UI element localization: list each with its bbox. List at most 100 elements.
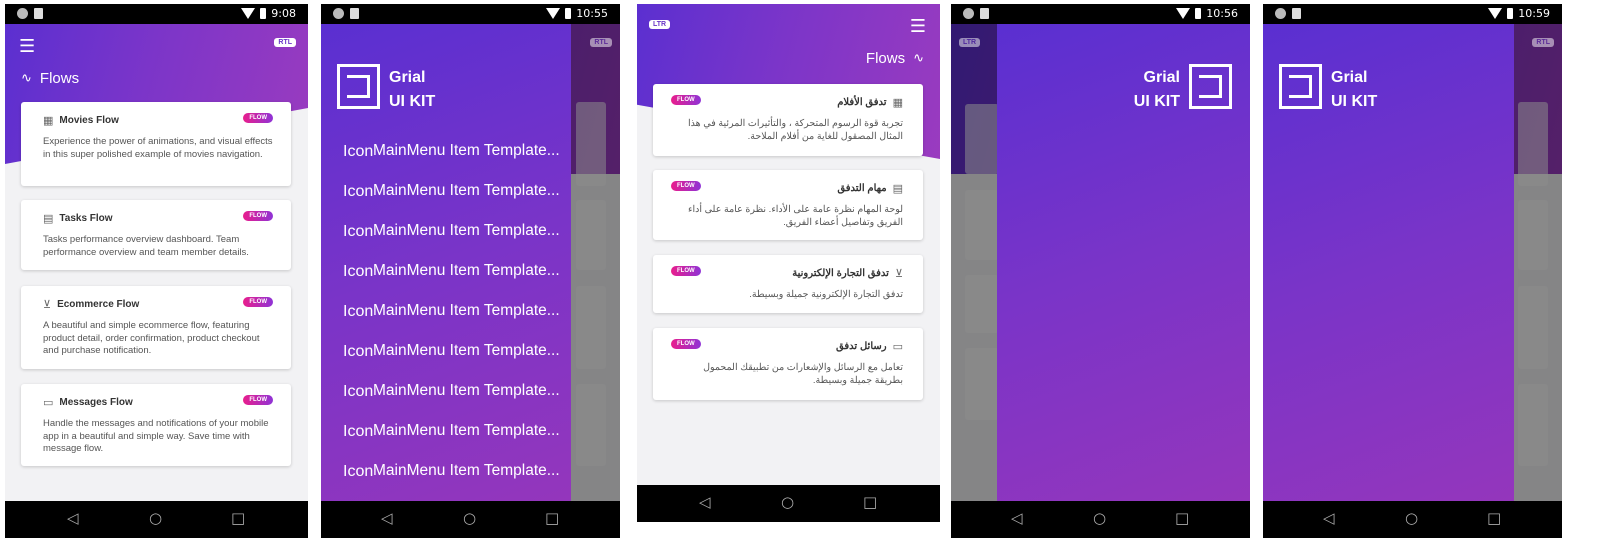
card-description: تدفق التجارة الإلكترونية جميلة وبسيطة. xyxy=(749,289,903,300)
android-nav-bar: ◁ ○ □ xyxy=(951,501,1250,538)
android-nav-bar: ◁ ○ □ xyxy=(637,485,940,522)
pulse-icon: ∿ xyxy=(21,71,32,86)
flows-screen-rtl: LTR ☰ Flows ∿ ▦ تدفق الأفلام FLOW تجربة ق… xyxy=(637,4,940,485)
menu-item-label: MainMenu Item Template... xyxy=(373,182,560,199)
flow-card-tasks[interactable]: ▤ مهام التدفق FLOW لوحة المهام نظرة عامة … xyxy=(653,170,923,240)
message-icon: ▭ xyxy=(892,340,903,353)
flows-screen: ☰ RTL ∿ Flows ▦ Movies Flow FLOW Experien… xyxy=(5,24,308,501)
drawer-menu-item[interactable]: Icon MainMenu Item Template... xyxy=(343,262,560,280)
sd-card-icon xyxy=(350,8,359,19)
flow-badge: FLOW xyxy=(243,395,273,405)
navigation-drawer: Grial UI KIT Icon MainMenu Item Template.… xyxy=(321,24,571,501)
brand-name: Grial UI KIT xyxy=(1331,69,1378,110)
brand-name: Grial UI KIT xyxy=(389,69,436,110)
drawer-menu-item[interactable]: Icon MainMenu Item Template... xyxy=(343,382,560,400)
ltr-toggle[interactable]: LTR xyxy=(649,20,671,29)
phone-1: 9:08 ☰ RTL ∿ Flows ▦ Movies Flow FLOW Exp… xyxy=(5,4,308,538)
status-time: 10:55 xyxy=(576,7,608,20)
recent-apps-button[interactable]: □ xyxy=(545,509,559,527)
home-button[interactable]: ○ xyxy=(463,509,476,527)
recent-apps-button[interactable]: □ xyxy=(231,509,245,527)
navigation-drawer: Grial UI KIT xyxy=(1263,24,1514,501)
card-description: A beautiful and simple ecommerce flow, f… xyxy=(43,320,260,356)
home-button[interactable]: ○ xyxy=(781,493,794,511)
rtl-toggle: RTL xyxy=(1532,38,1554,47)
menu-item-label: MainMenu Item Template... xyxy=(373,142,560,159)
grid-icon: ▤ xyxy=(43,212,54,225)
wifi-icon xyxy=(546,8,561,19)
menu-item-icon: Icon xyxy=(343,222,374,240)
menu-item-icon: Icon xyxy=(343,262,374,280)
flow-card-tasks[interactable]: ▤ Tasks Flow FLOW Tasks performance overv… xyxy=(21,200,291,270)
drawer-menu-item[interactable]: Icon MainMenu Item Template... xyxy=(343,462,560,480)
home-button[interactable]: ○ xyxy=(149,509,162,527)
grial-logo-icon xyxy=(1279,64,1322,109)
flow-card-movies[interactable]: ▦ تدفق الأفلام FLOW تجربة قوة الرسوم المت… xyxy=(653,84,923,156)
wifi-icon xyxy=(1488,8,1503,19)
navigation-drawer: Grial UI KIT xyxy=(997,24,1250,501)
flow-card-ecommerce[interactable]: ⊻ تدفق التجارة الإلكترونية FLOW تدفق التج… xyxy=(653,255,923,313)
battery-icon xyxy=(565,8,572,19)
recent-apps-button[interactable]: □ xyxy=(1175,509,1189,527)
hamburger-menu-icon[interactable]: ☰ xyxy=(910,16,926,37)
message-icon: ▭ xyxy=(43,396,54,409)
pulse-icon: ∿ xyxy=(913,51,924,66)
flow-card-messages[interactable]: ▭ رسائل تدفق FLOW تعامل مع الرسائل والإشع… xyxy=(653,328,923,400)
phone-2: 10:55 RTL Grial UI KIT Icon MainMenu Item… xyxy=(321,4,620,538)
android-nav-bar: ◁ ○ □ xyxy=(5,501,308,538)
recent-apps-button[interactable]: □ xyxy=(863,493,877,511)
phone-5: 10:59 RTL Grial UI KIT ◁ ○ □ xyxy=(1263,4,1562,538)
grid-icon: ▤ xyxy=(892,182,903,195)
menu-item-icon: Icon xyxy=(343,422,374,440)
menu-item-label: MainMenu Item Template... xyxy=(373,262,560,279)
battery-icon xyxy=(1195,8,1202,19)
notification-icon xyxy=(1275,8,1286,19)
flow-card-messages[interactable]: ▭ Messages Flow FLOW Handle the messages … xyxy=(21,384,291,466)
menu-item-label: MainMenu Item Template... xyxy=(373,302,560,319)
back-button[interactable]: ◁ xyxy=(381,509,393,527)
back-button[interactable]: ◁ xyxy=(1323,509,1335,527)
flow-card-movies[interactable]: ▦ Movies Flow FLOW Experience the power o… xyxy=(21,102,291,186)
drawer-open-screen: RTL Grial UI KIT xyxy=(1263,24,1562,501)
menu-item-label: MainMenu Item Template... xyxy=(373,222,560,239)
flow-badge: FLOW xyxy=(671,339,701,349)
hamburger-menu-icon[interactable]: ☰ xyxy=(19,36,35,57)
home-button[interactable]: ○ xyxy=(1405,509,1418,527)
drawer-menu-item[interactable]: Icon MainMenu Item Template... xyxy=(343,302,560,320)
drawer-menu-item[interactable]: Icon MainMenu Item Template... xyxy=(343,342,560,360)
flow-badge: FLOW xyxy=(243,297,273,307)
scrim-overlay[interactable] xyxy=(571,24,620,501)
drawer-menu-item[interactable]: Icon MainMenu Item Template... xyxy=(343,182,560,200)
drawer-menu-item[interactable]: Icon MainMenu Item Template... xyxy=(343,222,560,240)
drawer-menu-item[interactable]: Icon MainMenu Item Template... xyxy=(343,422,560,440)
menu-item-icon: Icon xyxy=(343,142,374,160)
card-description: Experience the power of animations, and … xyxy=(43,136,273,160)
page-title: ∿ Flows xyxy=(21,70,80,87)
back-button[interactable]: ◁ xyxy=(699,493,711,511)
scrim-overlay[interactable] xyxy=(951,24,997,501)
android-nav-bar: ◁ ○ □ xyxy=(1263,501,1562,538)
phone-4: 10:56 LTR Grial UI KIT ◁ ○ □ xyxy=(951,4,1250,538)
status-bar: 10:56 xyxy=(951,4,1250,24)
status-bar: 10:55 xyxy=(321,4,620,24)
sd-card-icon xyxy=(1292,8,1301,19)
grial-logo-icon xyxy=(1189,64,1232,109)
home-button[interactable]: ○ xyxy=(1093,509,1106,527)
status-time: 10:56 xyxy=(1206,7,1238,20)
flow-card-ecommerce[interactable]: ⊻ Ecommerce Flow FLOW A beautiful and sim… xyxy=(21,286,291,369)
back-button[interactable]: ◁ xyxy=(1011,509,1023,527)
drawer-menu-item[interactable]: Icon MainMenu Item Template... xyxy=(343,142,560,160)
rtl-toggle[interactable]: RTL xyxy=(274,38,296,47)
rtl-toggle: RTL xyxy=(590,38,612,47)
scrim-overlay[interactable] xyxy=(1514,24,1562,501)
card-description: لوحة المهام نظرة عامة على الأداء. نظرة ع… xyxy=(688,204,903,228)
sd-card-icon xyxy=(34,8,43,19)
status-bar: 9:08 xyxy=(5,4,308,24)
back-button[interactable]: ◁ xyxy=(67,509,79,527)
flow-badge: FLOW xyxy=(671,266,701,276)
recent-apps-button[interactable]: □ xyxy=(1487,509,1501,527)
notification-icon xyxy=(963,8,974,19)
menu-item-label: MainMenu Item Template... xyxy=(373,462,560,479)
film-icon: ▦ xyxy=(43,114,54,127)
notification-icon xyxy=(333,8,344,19)
